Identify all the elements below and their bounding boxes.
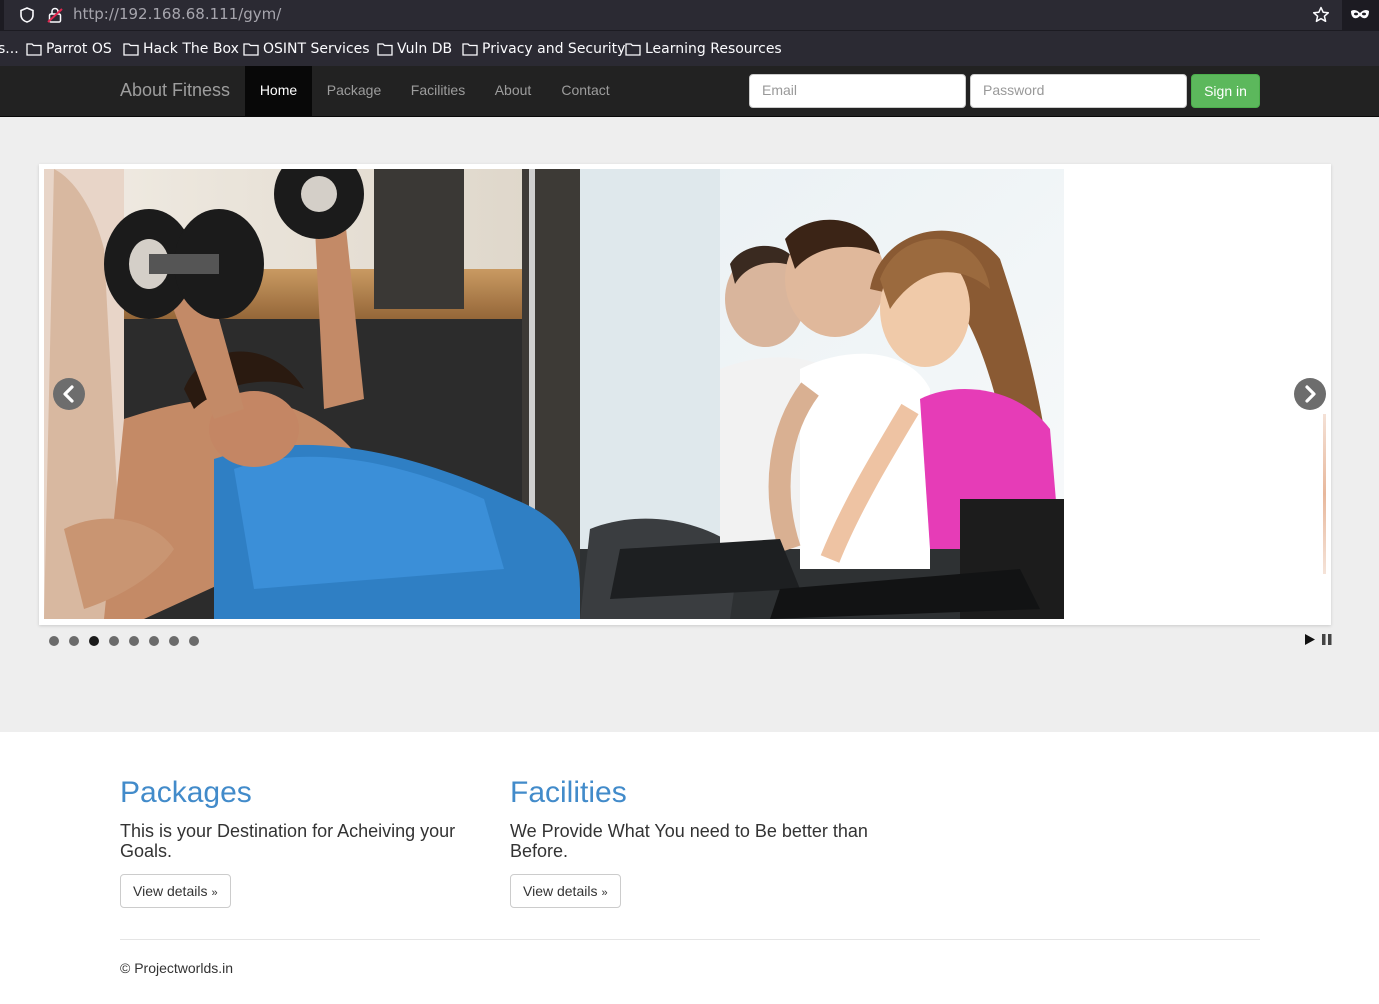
bookmark-parrot-os[interactable]: Parrot OS — [26, 41, 112, 57]
section-text: This is your Destination for Acheiving y… — [120, 821, 456, 861]
folder-icon — [243, 43, 259, 56]
bookmark-label: OSINT Services — [263, 41, 370, 57]
email-field[interactable]: Email — [749, 74, 966, 108]
packages-section: Packages This is your Destination for Ac… — [120, 775, 480, 908]
slider-dot[interactable] — [89, 636, 99, 646]
raquo-icon: » — [601, 887, 608, 899]
chevron-left-icon — [63, 385, 74, 403]
slider-next-button[interactable] — [1294, 378, 1326, 410]
nav-facilities[interactable]: Facilities — [396, 66, 480, 116]
bookmark-label: Learning Resources — [645, 41, 782, 57]
slider-dot[interactable] — [109, 636, 119, 646]
footer-copyright: © Projectworlds.in — [120, 960, 234, 976]
image-slider — [39, 164, 1331, 625]
chevron-right-icon — [1305, 385, 1316, 403]
folder-icon — [26, 43, 42, 56]
insecure-lock-icon[interactable] — [46, 6, 64, 24]
bookmark-privacy-security[interactable]: Privacy and Security — [462, 41, 625, 57]
footer-divider — [120, 939, 1260, 940]
bookmark-overflow[interactable]: s... — [0, 41, 19, 57]
bookmark-label: Vuln DB — [397, 41, 453, 57]
folder-icon — [462, 43, 478, 56]
hero-jumbotron — [0, 117, 1379, 732]
bookmark-hack-the-box[interactable]: Hack The Box — [123, 41, 239, 57]
bookmark-label: Hack The Box — [143, 41, 239, 57]
section-text: We Provide What You need to Be better th… — [510, 821, 868, 861]
section-title: Facilities — [510, 776, 627, 809]
slider-dot[interactable] — [149, 636, 159, 646]
site-navbar: About Fitness Home Package Facilities Ab… — [0, 66, 1379, 117]
shield-icon[interactable] — [18, 6, 36, 24]
address-field[interactable]: http://192.168.68.111/gym/ — [4, 0, 1342, 30]
slider-dot[interactable] — [49, 636, 59, 646]
slider-prev-button[interactable] — [53, 378, 85, 410]
bookmark-label: Privacy and Security — [482, 41, 626, 57]
next-slide-edge — [1323, 414, 1326, 574]
slider-pagination — [49, 636, 199, 646]
url-text[interactable]: http://192.168.68.111/gym/ — [73, 5, 281, 23]
bookmark-star-icon[interactable] — [1311, 5, 1331, 25]
bookmark-label: s... — [0, 41, 19, 57]
packages-view-details-button[interactable]: View details» — [120, 874, 231, 908]
folder-icon — [123, 43, 139, 56]
bookmark-osint-services[interactable]: OSINT Services — [243, 41, 370, 57]
bookmarks-toolbar: s... Parrot OS Hack The Box OSINT Servic… — [0, 30, 1379, 66]
button-label: View details — [133, 883, 208, 899]
play-icon[interactable] — [1305, 634, 1315, 645]
slider-dot[interactable] — [129, 636, 139, 646]
nav-home[interactable]: Home — [245, 66, 312, 116]
nav-package[interactable]: Package — [312, 66, 396, 116]
folder-icon — [377, 43, 393, 56]
facilities-section: Facilities We Provide What You need to B… — [510, 775, 870, 908]
button-label: View details — [523, 883, 598, 899]
url-path: /gym/ — [238, 5, 282, 23]
password-field[interactable]: Password — [970, 74, 1187, 108]
raquo-icon: » — [211, 887, 218, 899]
nav-contact[interactable]: Contact — [546, 66, 625, 116]
slider-dot[interactable] — [69, 636, 79, 646]
bookmark-label: Parrot OS — [46, 41, 112, 57]
facilities-view-details-button[interactable]: View details» — [510, 874, 621, 908]
navbar-brand[interactable]: About Fitness — [120, 80, 230, 101]
pause-icon[interactable] — [1322, 634, 1332, 645]
sign-in-button[interactable]: Sign in — [1191, 74, 1260, 108]
url-scheme: http://192.168.68.111 — [73, 5, 239, 23]
slider-dot[interactable] — [189, 636, 199, 646]
slide-image-dumbbell-workout — [44, 169, 580, 619]
nav-about[interactable]: About — [480, 66, 546, 116]
folder-icon — [625, 43, 641, 56]
slider-dot[interactable] — [169, 636, 179, 646]
private-browsing-mask-icon — [1351, 9, 1369, 19]
section-title: Packages — [120, 776, 252, 809]
bookmark-vuln-db[interactable]: Vuln DB — [377, 41, 452, 57]
bookmark-learning-resources[interactable]: Learning Resources — [625, 41, 782, 57]
slide-image-cycling-class — [580, 169, 1064, 619]
browser-url-bar: http://192.168.68.111/gym/ — [0, 0, 1379, 30]
